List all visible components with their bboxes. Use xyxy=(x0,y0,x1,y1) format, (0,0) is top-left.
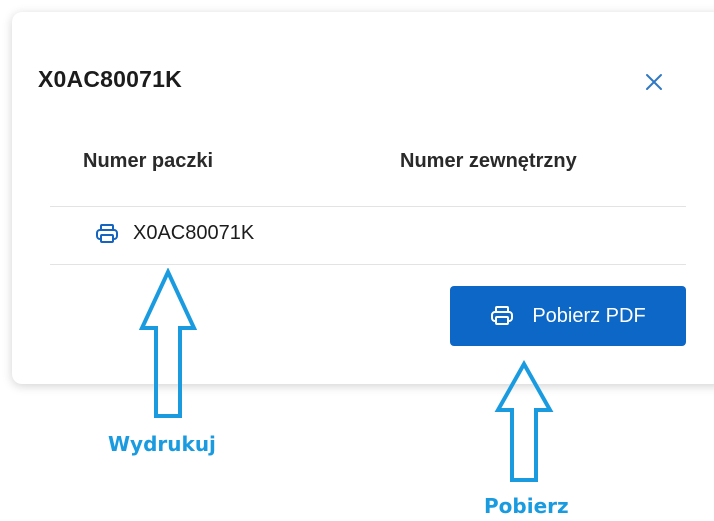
arrow-up-icon xyxy=(138,268,198,418)
annotation-download-label: Pobierz xyxy=(484,494,569,518)
printer-icon xyxy=(491,306,514,325)
dialog-title: X0AC80071K xyxy=(38,66,182,92)
column-header-external-number: Numer zewnętrzny xyxy=(400,150,577,172)
table-row: X0AC80071K xyxy=(95,222,254,245)
download-pdf-label: Pobierz PDF xyxy=(532,304,646,327)
annotation-print-label: Wydrukuj xyxy=(108,432,216,456)
arrow-up-icon xyxy=(494,360,554,482)
close-button[interactable] xyxy=(640,68,668,96)
table-divider xyxy=(50,206,686,207)
printer-icon[interactable] xyxy=(95,223,119,245)
package-number-cell: X0AC80071K xyxy=(133,222,255,244)
download-pdf-button[interactable]: Pobierz PDF xyxy=(450,286,686,346)
column-header-package-number: Numer paczki xyxy=(83,150,214,172)
screenshot-stage: X0AC80071K Numer paczki Numer zewnętrzny… xyxy=(0,0,714,521)
table-divider xyxy=(50,264,686,265)
close-icon xyxy=(646,74,662,90)
